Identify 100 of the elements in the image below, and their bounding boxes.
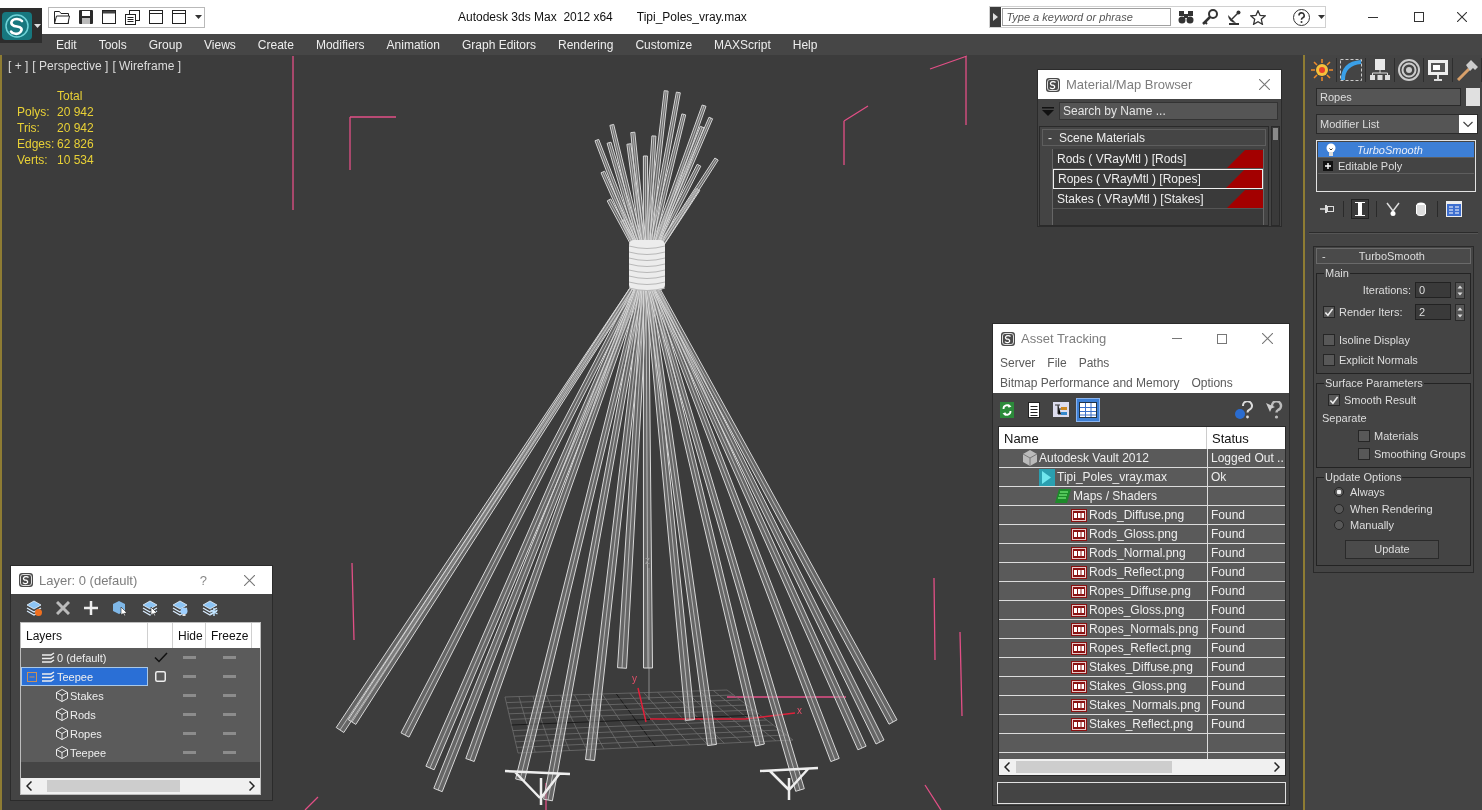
menu-item[interactable]: Options (1191, 376, 1233, 390)
radio-button[interactable] (1334, 503, 1344, 514)
key-icon[interactable] (1202, 9, 1218, 25)
horizontal-scrollbar[interactable] (999, 759, 1285, 775)
asset-row[interactable]: Ropes_Reflect.png Found (999, 639, 1285, 658)
scrollbar-thumb[interactable] (1273, 128, 1278, 140)
delete-icon[interactable] (56, 601, 70, 615)
menu-item[interactable]: MAXScript (703, 34, 782, 55)
vertical-scrollbar[interactable] (1271, 126, 1280, 226)
spinner-icon[interactable] (1455, 303, 1465, 321)
horizontal-scrollbar[interactable] (21, 778, 260, 794)
group-header[interactable]: - Scene Materials (1042, 129, 1266, 146)
context-help-icon[interactable] (1266, 400, 1284, 419)
teepee-wireframe-drawing[interactable] (335, 90, 898, 807)
spinner-icon[interactable] (1455, 281, 1465, 299)
star-icon[interactable] (1250, 9, 1266, 25)
menu-item[interactable]: Bitmap Performance and Memory (1000, 376, 1180, 390)
close-icon[interactable] (1457, 12, 1467, 22)
sun-icon[interactable] (1311, 59, 1333, 81)
asset-row[interactable]: Stakes_Normals.png Found (999, 696, 1285, 715)
menu-item[interactable]: Group (137, 34, 194, 55)
radio-button[interactable] (1334, 520, 1344, 531)
folder-icon[interactable] (54, 10, 70, 24)
window-icon[interactable] (149, 10, 163, 24)
asset-row[interactable]: Ropes_Normals.png Found (999, 620, 1285, 639)
hierarchy-icon[interactable] (1369, 59, 1391, 81)
menu-item[interactable]: Views (193, 34, 247, 55)
menu-item[interactable]: Animation (375, 34, 451, 55)
viewport-menu[interactable]: [ + ] (8, 59, 29, 73)
object-item[interactable]: Teepee (21, 743, 148, 762)
menu-item[interactable]: Graph Editors (450, 34, 547, 55)
menu-item[interactable]: Rendering (547, 34, 625, 55)
asset-row[interactable]: Rods_Normal.png Found (999, 544, 1285, 563)
wheel-icon[interactable] (1398, 59, 1420, 81)
update-button[interactable]: Update (1345, 539, 1439, 559)
status-field[interactable] (997, 782, 1286, 804)
menu-item[interactable]: Modifiers (304, 34, 376, 55)
checkbox[interactable] (1328, 394, 1340, 406)
iterations-field[interactable]: 0 (1415, 282, 1451, 298)
window-icon[interactable] (172, 10, 186, 24)
layer-item[interactable]: Teepee (21, 667, 148, 686)
object-item[interactable]: Stakes (21, 686, 148, 705)
rollout-header[interactable]: - TurboSmooth (1316, 248, 1471, 264)
object-name-field[interactable]: Ropes (1316, 88, 1461, 106)
maximize-icon[interactable] (1414, 12, 1424, 22)
search-field[interactable]: Type a keyword or phrase (1002, 8, 1171, 26)
expand-search-button[interactable] (990, 7, 1002, 27)
asset-row[interactable]: Rods_Diffuse.png Found (999, 506, 1285, 525)
caret-icon[interactable] (1318, 15, 1325, 19)
search-field[interactable]: Search by Name ... (1059, 102, 1278, 120)
square-icon[interactable] (155, 671, 166, 682)
app-menu-button[interactable] (0, 8, 42, 43)
plus-box-icon[interactable] (1323, 160, 1333, 171)
color-swatch-icon[interactable] (1466, 88, 1480, 106)
lightbulb-icon[interactable] (1326, 143, 1336, 156)
binoculars-icon[interactable] (1178, 10, 1194, 24)
asset-row[interactable]: Stakes_Gloss.png Found (999, 677, 1285, 696)
stack-item[interactable]: TurboSmooth (1318, 142, 1474, 158)
material-item[interactable]: Stakes ( VRayMtl ) [Stakes] (1053, 189, 1263, 209)
tool-button[interactable] (1351, 199, 1369, 219)
checkbox[interactable] (1323, 354, 1335, 366)
render-iters-field[interactable]: 2 (1415, 304, 1451, 320)
menu-item[interactable]: Edit (45, 34, 88, 55)
help-icon[interactable] (1235, 400, 1253, 419)
checkbox[interactable] (1358, 448, 1370, 460)
menu-item[interactable]: Customize (624, 34, 704, 55)
column-header[interactable]: Status (1207, 427, 1285, 449)
minimize-icon[interactable] (1368, 16, 1378, 18)
asset-row[interactable]: Tipi_Poles_vray.max Ok (999, 468, 1285, 487)
layers-snowflake-icon[interactable] (202, 600, 218, 616)
scrollbar-thumb[interactable] (47, 780, 180, 792)
page-icon[interactable] (102, 10, 116, 24)
satellite-dish-icon[interactable] (1226, 9, 1242, 25)
cube-cursor-icon[interactable] (112, 600, 128, 616)
checkbox[interactable] (1323, 334, 1335, 346)
stack-item[interactable]: Editable Poly (1318, 158, 1474, 174)
checkbox[interactable] (1358, 430, 1370, 442)
hammer-icon[interactable] (1456, 59, 1478, 81)
menu-item[interactable]: Create (246, 34, 305, 55)
monitor-icon[interactable] (1427, 59, 1449, 81)
caret-icon[interactable] (195, 15, 202, 19)
modifier-list-dropdown[interactable]: Modifier List (1316, 114, 1478, 134)
asset-row[interactable]: Stakes_Reflect.png Found (999, 715, 1285, 734)
scrollbar-thumb[interactable] (1016, 761, 1172, 773)
viewport-menu[interactable]: [ Perspective ] (32, 59, 109, 73)
column-header[interactable]: Name (999, 427, 1207, 449)
menu-item[interactable]: Tools (87, 34, 138, 55)
material-item[interactable]: Rods ( VRayMtl ) [Rods] (1053, 149, 1263, 169)
view-button[interactable] (1076, 397, 1100, 422)
asset-row[interactable]: Ropes_Diffuse.png Found (999, 582, 1285, 601)
help-icon[interactable] (1293, 8, 1310, 26)
asset-row[interactable]: Autodesk Vault 2012 Logged Out .. (999, 449, 1285, 468)
checkmark-icon[interactable] (153, 652, 168, 663)
checkbox[interactable] (1323, 306, 1335, 318)
layers-cursor-icon[interactable] (142, 600, 158, 616)
asset-row[interactable]: Maps / Shaders (999, 487, 1285, 506)
plus-icon[interactable] (84, 601, 98, 615)
layer-item[interactable]: 0 (default) (21, 648, 148, 667)
asset-row[interactable]: Rods_Gloss.png Found (999, 525, 1285, 544)
new-layer-icon[interactable] (26, 600, 42, 616)
